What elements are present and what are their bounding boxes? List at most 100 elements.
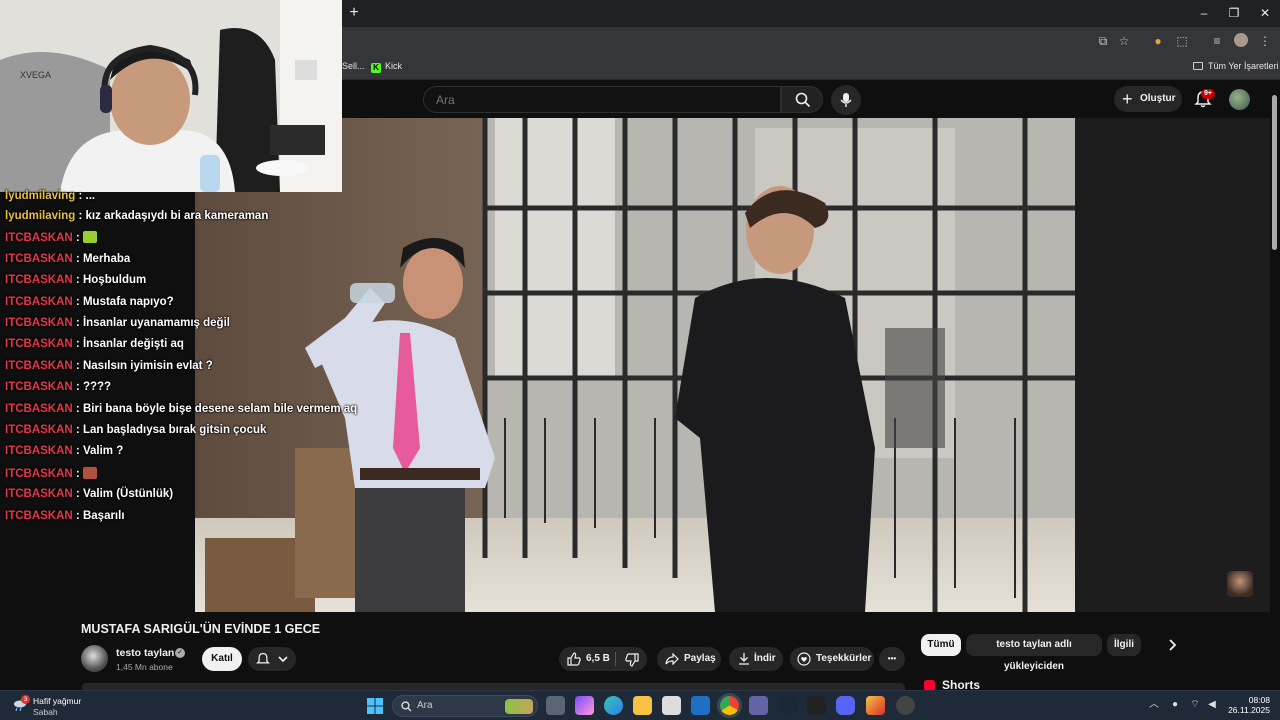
chat-username: lyudmilaving [5,210,76,222]
divider [615,652,616,666]
chat-username: ITCBASKAN [5,467,73,480]
chat-username: ITCBASKAN [5,381,73,394]
create-button[interactable]: + Oluştur [1114,86,1182,112]
share-button[interactable]: Paylaş [657,647,721,671]
subscription-bell-button[interactable] [248,647,296,671]
chip-related[interactable]: İlgili [1107,634,1141,656]
scrollbar-thumb[interactable] [1272,95,1277,250]
search-button[interactable] [781,86,823,113]
chat-message: Nasılsın iyimisin evlat ? [82,359,213,372]
chrome-icon[interactable] [720,696,739,715]
outlook-icon[interactable] [691,696,710,715]
extensions-puzzle-icon[interactable]: ⬚ [1174,33,1190,49]
chat-line: ITCBASKAN : Merhaba [5,253,130,265]
bookmark-sell[interactable]: Sell... [342,61,365,71]
extension-icon[interactable]: ● [1150,33,1166,49]
app-icon[interactable] [807,696,826,715]
chat-username: ITCBASKAN [5,252,73,265]
chat-message: Hoşbuldum [82,274,147,287]
maximize-button[interactable]: ❐ [1220,4,1248,22]
teams-icon[interactable] [749,696,768,715]
chat-separator: : [72,402,83,415]
new-tab-button[interactable]: + [345,4,363,22]
network-icon[interactable]: ⌔ [1189,699,1201,711]
close-button[interactable]: ✕ [1251,4,1279,22]
chat-separator: : [72,509,83,522]
like-icon[interactable] [567,652,581,666]
chat-separator: : [72,424,83,436]
store-icon[interactable] [662,696,681,715]
search-box[interactable] [423,86,781,113]
bookmark-kick[interactable]: K Kick [371,61,402,73]
stream-chat: lyudmilaving : ... lyudmilaving : kız ar… [0,190,357,532]
chat-separator: : [72,232,83,245]
channel-avatar[interactable] [81,645,108,672]
weather-subtitle: Sabah [33,707,58,717]
chat-username: ITCBASKAN [5,274,73,287]
windows-start-icon[interactable] [367,698,383,714]
chat-username: ITCBASKAN [5,445,73,458]
microphone-tray-icon[interactable]: ● [1169,699,1181,711]
chat-line: ITCBASKAN : Başarılı [5,510,125,522]
search-icon [795,92,811,108]
chat-line: ITCBASKAN : Lan başladıysa bırak gitsin … [5,424,266,436]
streamer-mini-avatar [1227,571,1253,597]
file-explorer-icon[interactable] [633,696,652,715]
steam-icon[interactable] [778,696,797,715]
more-actions-button[interactable]: ••• [879,647,905,671]
all-bookmarks[interactable]: Tüm Yer İşaretleri [1193,61,1279,71]
taskbar-search[interactable]: Ara [392,695,538,717]
chat-username: ITCBASKAN [5,424,73,436]
volume-icon[interactable]: ◀ [1206,699,1218,711]
thanks-button[interactable]: Teşekkürler [790,647,874,671]
search-input[interactable] [424,87,780,113]
media-control-icon[interactable]: ≡ [1209,33,1225,49]
obs-icon[interactable] [896,696,915,715]
voice-search-button[interactable] [831,85,861,115]
copilot-icon[interactable] [575,696,594,715]
chat-line: ITCBASKAN : İnsanlar uyanamamış değil [5,317,230,329]
share-icon [665,653,679,665]
chat-line: ITCBASKAN : Biri bana böyle bişe desene … [5,403,357,415]
tray-overflow-icon[interactable]: ︿ [1148,699,1160,711]
chat-separator: : [72,381,83,394]
install-app-icon[interactable]: ⧉ [1095,33,1111,49]
chat-message: Merhaba [82,252,131,265]
chat-username: ITCBASKAN [5,338,73,351]
chat-line: ITCBASKAN : Mustafa napıyo? [5,296,174,308]
menu-icon[interactable]: ⋮ [1257,33,1273,49]
account-avatar[interactable] [1229,89,1250,110]
chat-message: Valim ? [82,445,124,458]
chat-separator: : [72,338,83,351]
chat-username: ITCBASKAN [5,402,73,415]
like-dislike-group: 6,5 B [559,647,647,671]
channel-name[interactable]: testo taylan [116,647,174,659]
chat-message: İnsanlar değişti aq [82,338,184,351]
chat-username: ITCBASKAN [5,359,73,372]
bell-icon [256,652,270,664]
system-clock[interactable]: 08:08 26.11.2025 [1228,695,1270,715]
thanks-heart-icon [797,652,811,666]
task-view-icon[interactable] [546,696,565,715]
search-highlight-icon [505,699,533,714]
chat-separator: : [72,295,83,308]
bookmark-star-icon[interactable]: ☆ [1116,33,1132,49]
clock-date: 26.11.2025 [1228,705,1270,715]
discord-icon[interactable] [836,696,855,715]
chip-from-uploader[interactable]: testo taylan adlı yükleyiciden [966,634,1102,672]
chat-separator: : [72,274,83,287]
profile-avatar-icon[interactable] [1233,33,1249,49]
dislike-icon[interactable] [625,653,639,667]
chat-line: lyudmilaving : kız arkadaşıydı bi ara ka… [5,210,268,222]
chip-all[interactable]: Tümü [921,634,961,656]
minimize-button[interactable]: – [1190,4,1218,22]
join-button[interactable]: Katıl [202,647,242,671]
edge-icon[interactable] [604,696,623,715]
chat-message: Başarılı [82,509,125,522]
chat-message: Mustafa napıyo? [82,295,174,308]
download-icon [739,653,749,665]
chat-line: ITCBASKAN : Hoşbuldum [5,274,146,286]
app-icon-2[interactable] [866,696,885,715]
download-button[interactable]: İndir [729,647,783,671]
chevron-right-icon[interactable] [1164,637,1180,653]
